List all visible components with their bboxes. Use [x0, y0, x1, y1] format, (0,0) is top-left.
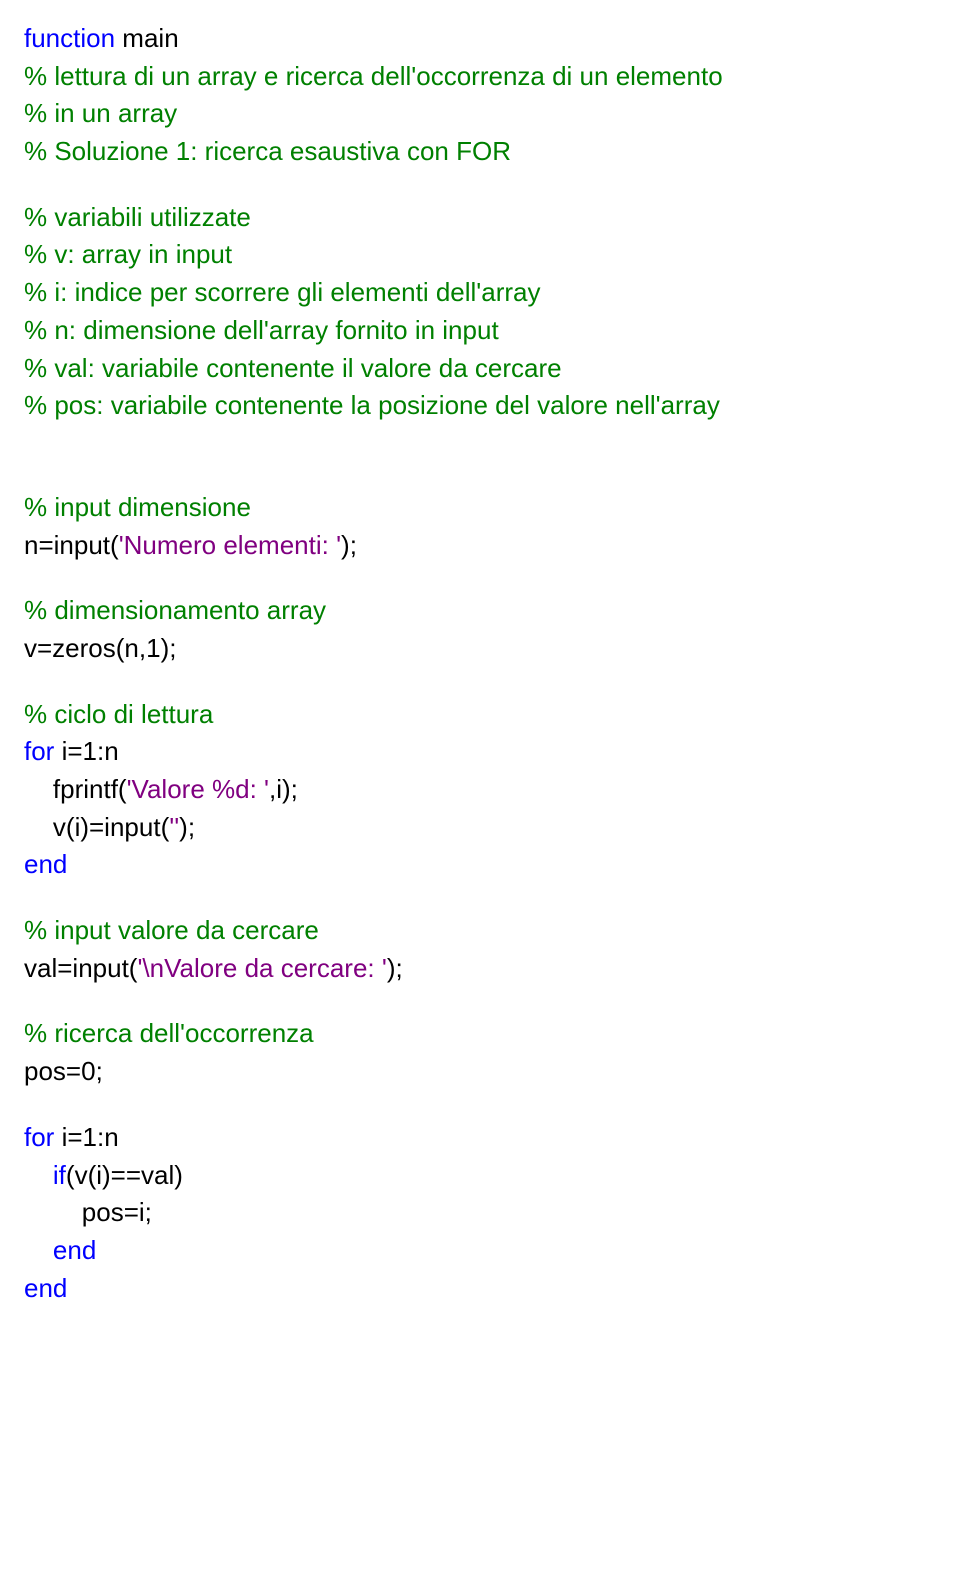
comment-line: % v: array in input	[24, 236, 936, 274]
blank-line	[24, 564, 936, 592]
code-line: val=input('\nValore da cercare: ');	[24, 950, 936, 988]
comment-line: % pos: variabile contenente la posizione…	[24, 387, 936, 425]
comment-line: % ricerca dell'occorrenza	[24, 1015, 936, 1053]
keyword: end	[24, 1270, 936, 1308]
comment-line: % in un array	[24, 95, 936, 133]
keyword: function	[24, 23, 115, 53]
code-line: pos=0;	[24, 1053, 936, 1091]
string-literal: 'Numero elementi: '	[119, 530, 341, 560]
blank-line	[24, 171, 936, 199]
comment-line: % n: dimensione dell'array fornito in in…	[24, 312, 936, 350]
comment-line: % variabili utilizzate	[24, 199, 936, 237]
code-text: val=input(	[24, 953, 137, 983]
code-line: pos=i;	[24, 1194, 936, 1232]
code-line: end	[24, 1232, 936, 1270]
keyword: for	[24, 736, 54, 766]
code-text: n=input(	[24, 530, 119, 560]
code-text: i=1:n	[54, 736, 118, 766]
blank-line	[24, 884, 936, 912]
code-text: (v(i)==val)	[66, 1160, 183, 1190]
indent	[24, 812, 53, 842]
keyword: if	[53, 1160, 66, 1190]
code-text: fprintf(	[53, 774, 127, 804]
comment-line: % Soluzione 1: ricerca esaustiva con FOR	[24, 133, 936, 171]
code-text: main	[115, 23, 179, 53]
code-text: );	[179, 812, 195, 842]
comment-line: % input dimensione	[24, 489, 936, 527]
code-text: );	[341, 530, 357, 560]
code-text: v(i)=input(	[53, 812, 169, 842]
comment-line: % lettura di un array e ricerca dell'occ…	[24, 58, 936, 96]
string-literal: '\nValore da cercare: '	[137, 953, 386, 983]
code-line: v(i)=input('');	[24, 809, 936, 847]
keyword: for	[24, 1122, 54, 1152]
blank-line	[24, 1091, 936, 1119]
indent	[24, 1235, 53, 1265]
comment-line: % ciclo di lettura	[24, 696, 936, 734]
code-text: );	[387, 953, 403, 983]
blank-line	[24, 987, 936, 1015]
comment-line: % dimensionamento array	[24, 592, 936, 630]
indent	[24, 1197, 82, 1227]
string-literal: 'Valore %d: '	[127, 774, 269, 804]
code-line: fprintf('Valore %d: ',i);	[24, 771, 936, 809]
blank-line	[24, 461, 936, 489]
blank-line	[24, 668, 936, 696]
comment-line: % i: indice per scorrere gli elementi de…	[24, 274, 936, 312]
code-line: for i=1:n	[24, 1119, 936, 1157]
code-text: pos=i;	[82, 1197, 152, 1227]
keyword: end	[24, 846, 936, 884]
code-line: for i=1:n	[24, 733, 936, 771]
blank-line	[24, 425, 936, 461]
code-line: v=zeros(n,1);	[24, 630, 936, 668]
comment-line: % input valore da cercare	[24, 912, 936, 950]
code-line: n=input('Numero elementi: ');	[24, 527, 936, 565]
comment-line: % val: variabile contenente il valore da…	[24, 350, 936, 388]
string-literal: ''	[169, 812, 179, 842]
code-text: ,i);	[269, 774, 298, 804]
indent	[24, 1160, 53, 1190]
keyword: end	[53, 1235, 96, 1265]
indent	[24, 774, 53, 804]
code-line: function main	[24, 20, 936, 58]
code-text: i=1:n	[54, 1122, 118, 1152]
code-line: if(v(i)==val)	[24, 1157, 936, 1195]
